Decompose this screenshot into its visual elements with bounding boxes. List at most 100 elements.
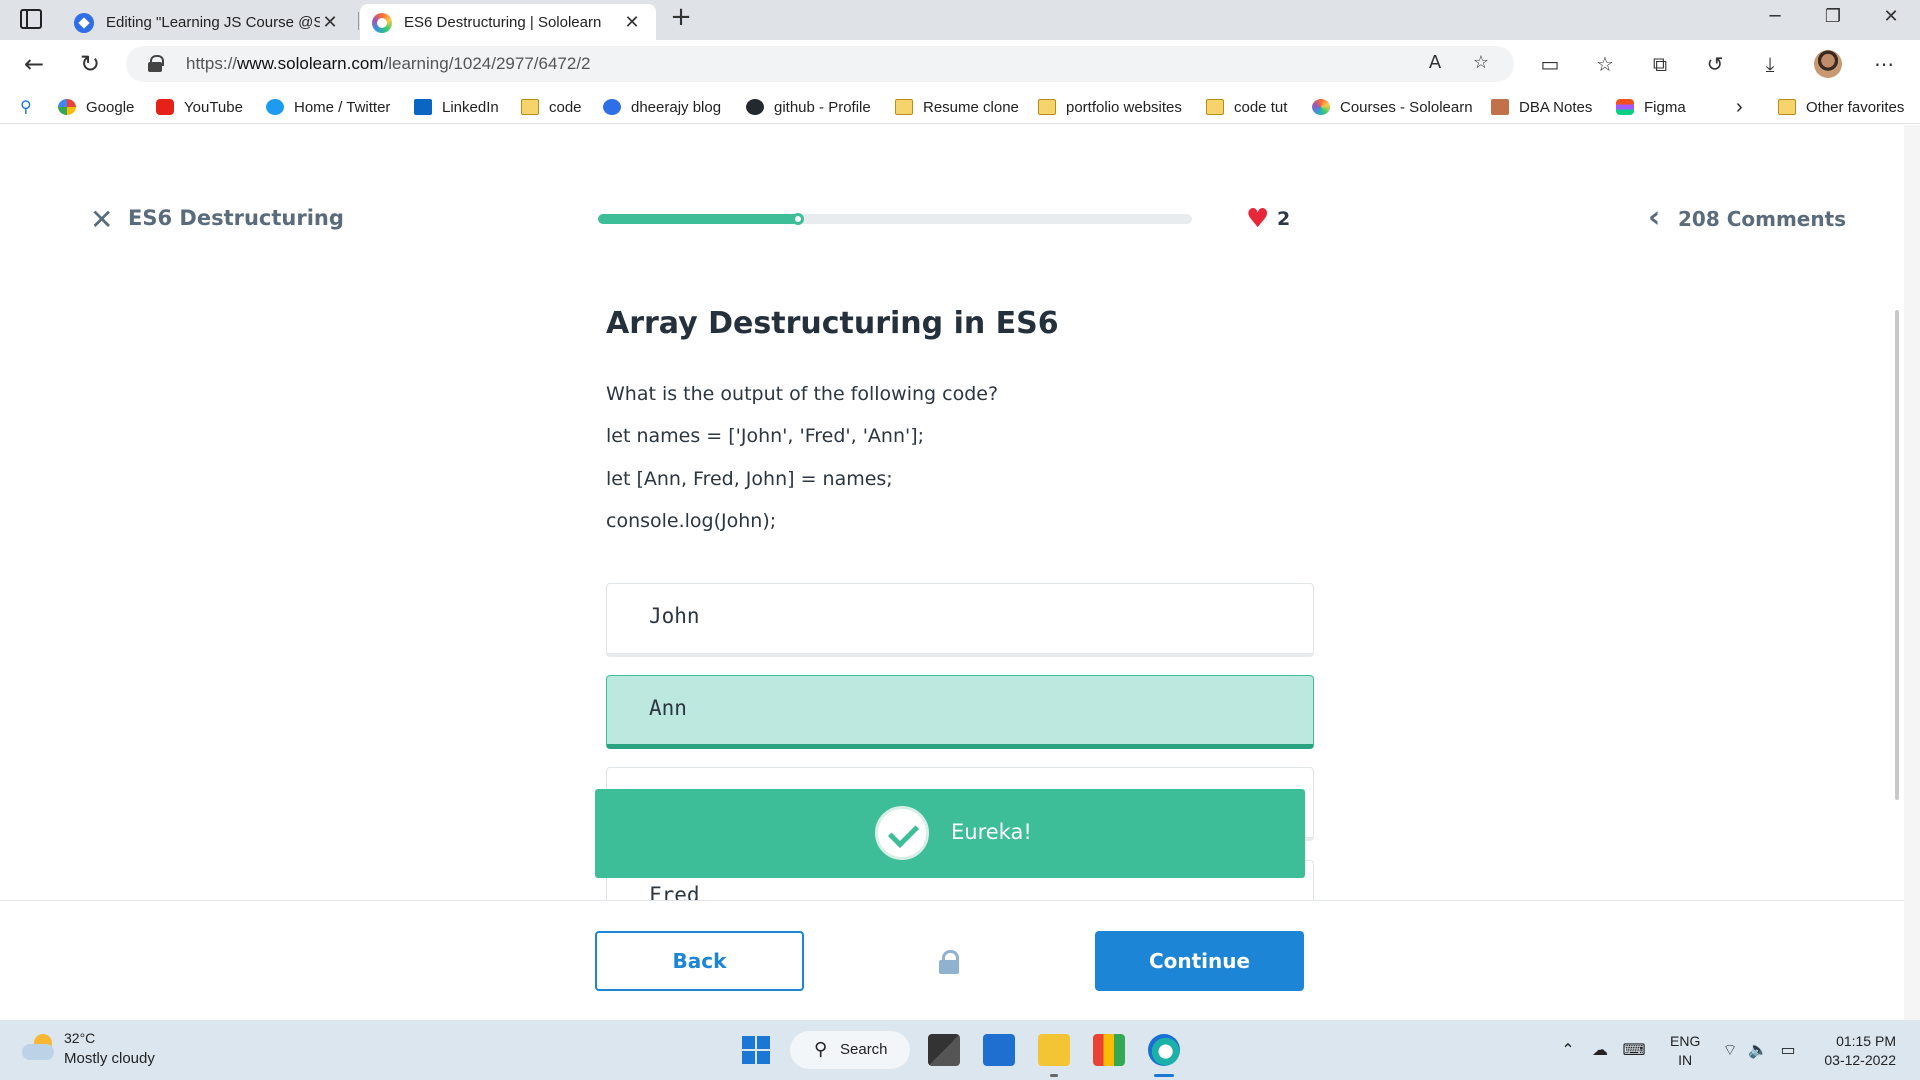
browser-nav-bar: ← ↻ https://www.sololearn.com/learning/1… [0,40,1920,88]
show-hidden-icons-icon[interactable]: ⌃ [1556,1040,1580,1059]
weather-cloudy-icon[interactable] [22,1034,56,1060]
twitter-icon [266,99,284,115]
lesson-title: ES6 Destructuring [128,206,344,230]
system-clock[interactable]: 01:15 PM 03-12-2022 [1820,1032,1896,1070]
code-line: let [Ann, Fred, John] = names; [606,468,893,490]
continue-button[interactable]: Continue [1095,931,1304,991]
folder-icon [1778,99,1796,115]
more-menu-icon[interactable]: ⋯ [1870,50,1898,78]
battery-icon[interactable]: ▭ [1776,1040,1800,1059]
folder-icon [521,99,539,115]
search-icon: ⚲ [814,1039,828,1060]
hearts-count: 2 [1277,208,1291,230]
figma-icon [1616,99,1634,115]
tab-close-icon[interactable]: ✕ [320,12,340,33]
bookmark-blog[interactable]: dheerajy blog [603,96,721,118]
back-button[interactable]: Back [595,931,804,991]
tab-es6-destructuring[interactable]: ES6 Destructuring | Sololearn ✕ [360,4,656,40]
sololearn-icon [1312,99,1330,115]
more-bookmarks-chevron-icon[interactable]: › [1736,96,1743,118]
correct-answer-toast: Eureka! [595,789,1305,878]
bookmark-twitter[interactable]: Home / Twitter [266,96,390,118]
bookmark-github[interactable]: github - Profile [746,96,871,118]
read-aloud-icon[interactable]: A [1422,52,1448,76]
bookmark-resume-clone[interactable]: Resume clone [895,96,1019,118]
taskbar-search-button[interactable]: ⚲ Search [790,1031,910,1069]
youtube-icon [156,99,174,115]
answer-option[interactable]: John [606,583,1314,657]
bookmark-code[interactable]: code [521,96,582,118]
keyboard-icon[interactable]: ⌨ [1622,1040,1646,1059]
task-view-icon[interactable] [928,1034,960,1066]
bookmark-figma[interactable]: Figma [1616,96,1686,118]
back-arrow-icon[interactable]: ← [18,48,50,80]
question-prompt: What is the output of the following code… [606,383,999,405]
volume-icon[interactable]: 🔈 [1746,1040,1770,1059]
search-icon[interactable]: ⚲ [20,97,32,116]
check-circle-icon [875,806,929,860]
comments-link[interactable]: 208 Comments [1678,207,1846,231]
google-icon [58,99,76,115]
toast-message: Eureka! [951,820,1032,844]
bookmark-youtube[interactable]: YouTube [156,96,243,118]
docs-favicon-icon [74,13,94,33]
bookmark-code-tut[interactable]: code tut [1206,96,1287,118]
bookmark-portfolio[interactable]: portfolio websites [1038,96,1182,118]
folder-icon [1038,99,1056,115]
favorites-icon[interactable]: ☆ [1591,50,1619,78]
new-tab-icon[interactable]: + [666,2,696,32]
language-indicator[interactable]: ENG IN [1670,1032,1700,1070]
refresh-icon[interactable]: ↻ [74,48,106,80]
search-label: Search [840,1041,888,1058]
wifi-icon[interactable]: ⌔ [1718,1040,1742,1060]
onedrive-icon[interactable]: ☁ [1588,1040,1612,1059]
history-icon[interactable]: ↺ [1701,50,1729,78]
profile-avatar[interactable] [1814,50,1842,78]
bookmark-google[interactable]: Google [58,96,134,118]
restore-icon[interactable]: ❐ [1818,6,1848,27]
answer-option-selected[interactable]: Ann [606,675,1314,749]
add-favorite-icon[interactable]: ☆ [1468,52,1494,76]
tab-editing-course[interactable]: Editing "Learning JS Course @So ✕ [62,4,354,40]
github-icon [746,99,764,115]
blog-icon [603,99,621,115]
minimize-icon[interactable]: ─ [1760,6,1790,27]
close-lesson-icon[interactable]: ✕ [90,205,114,235]
mail-icon[interactable] [983,1034,1015,1066]
address-bar[interactable]: https://www.sololearn.com/learning/1024/… [126,46,1514,82]
answer-option-label: Ann [649,696,687,720]
progress-fill [598,214,800,224]
window-close-icon[interactable]: ✕ [1876,6,1906,27]
tab-title: ES6 Destructuring | Sololearn [404,13,602,31]
sololearn-favicon-icon [372,13,392,33]
unlock-icon[interactable] [939,950,959,974]
bookmark-sololearn[interactable]: Courses - Sololearn [1312,96,1473,118]
lock-icon[interactable] [148,55,164,72]
file-explorer-icon[interactable] [1038,1034,1070,1077]
bookmarks-bar: ⚲ Google YouTube Home / Twitter LinkedIn… [0,88,1920,124]
tab-title: Editing "Learning JS Course @So [106,13,320,31]
collections-icon[interactable]: ⧉ [1646,50,1674,78]
url-text[interactable]: https://www.sololearn.com/learning/1024/… [186,54,591,74]
scrollbar-thumb[interactable] [1895,310,1899,800]
weather-description[interactable]: Mostly cloudy [64,1050,155,1067]
page-scrollbar[interactable] [1904,125,1920,1020]
bookmark-other-favorites[interactable]: Other favorites [1778,96,1904,118]
progress-knob [791,213,804,225]
question-title: Array Destructuring in ES6 [606,306,1059,341]
folder-icon [895,99,913,115]
chevron-left-icon[interactable]: ‹ [1648,203,1660,233]
edge-browser-icon[interactable] [1148,1034,1180,1077]
bookmark-linkedin[interactable]: LinkedIn [414,96,499,118]
bookmark-dba-notes[interactable]: DBA Notes [1491,96,1592,118]
windows-start-icon[interactable] [742,1036,770,1064]
cast-icon[interactable]: ▭ [1536,50,1564,78]
weather-temperature[interactable]: 32°C [64,1030,95,1046]
gmail-icon[interactable] [1093,1034,1125,1066]
tab-divider [358,12,359,30]
browser-tab-bar: Editing "Learning JS Course @So ✕ ES6 De… [0,0,1920,40]
windows-taskbar: 32°C Mostly cloudy ⚲ Search ⌃ ☁ ⌨ ENG IN … [0,1020,1920,1080]
download-icon[interactable]: ⤓ [1756,50,1784,78]
tab-close-icon[interactable]: ✕ [622,12,642,33]
tab-actions-icon[interactable] [20,9,42,29]
